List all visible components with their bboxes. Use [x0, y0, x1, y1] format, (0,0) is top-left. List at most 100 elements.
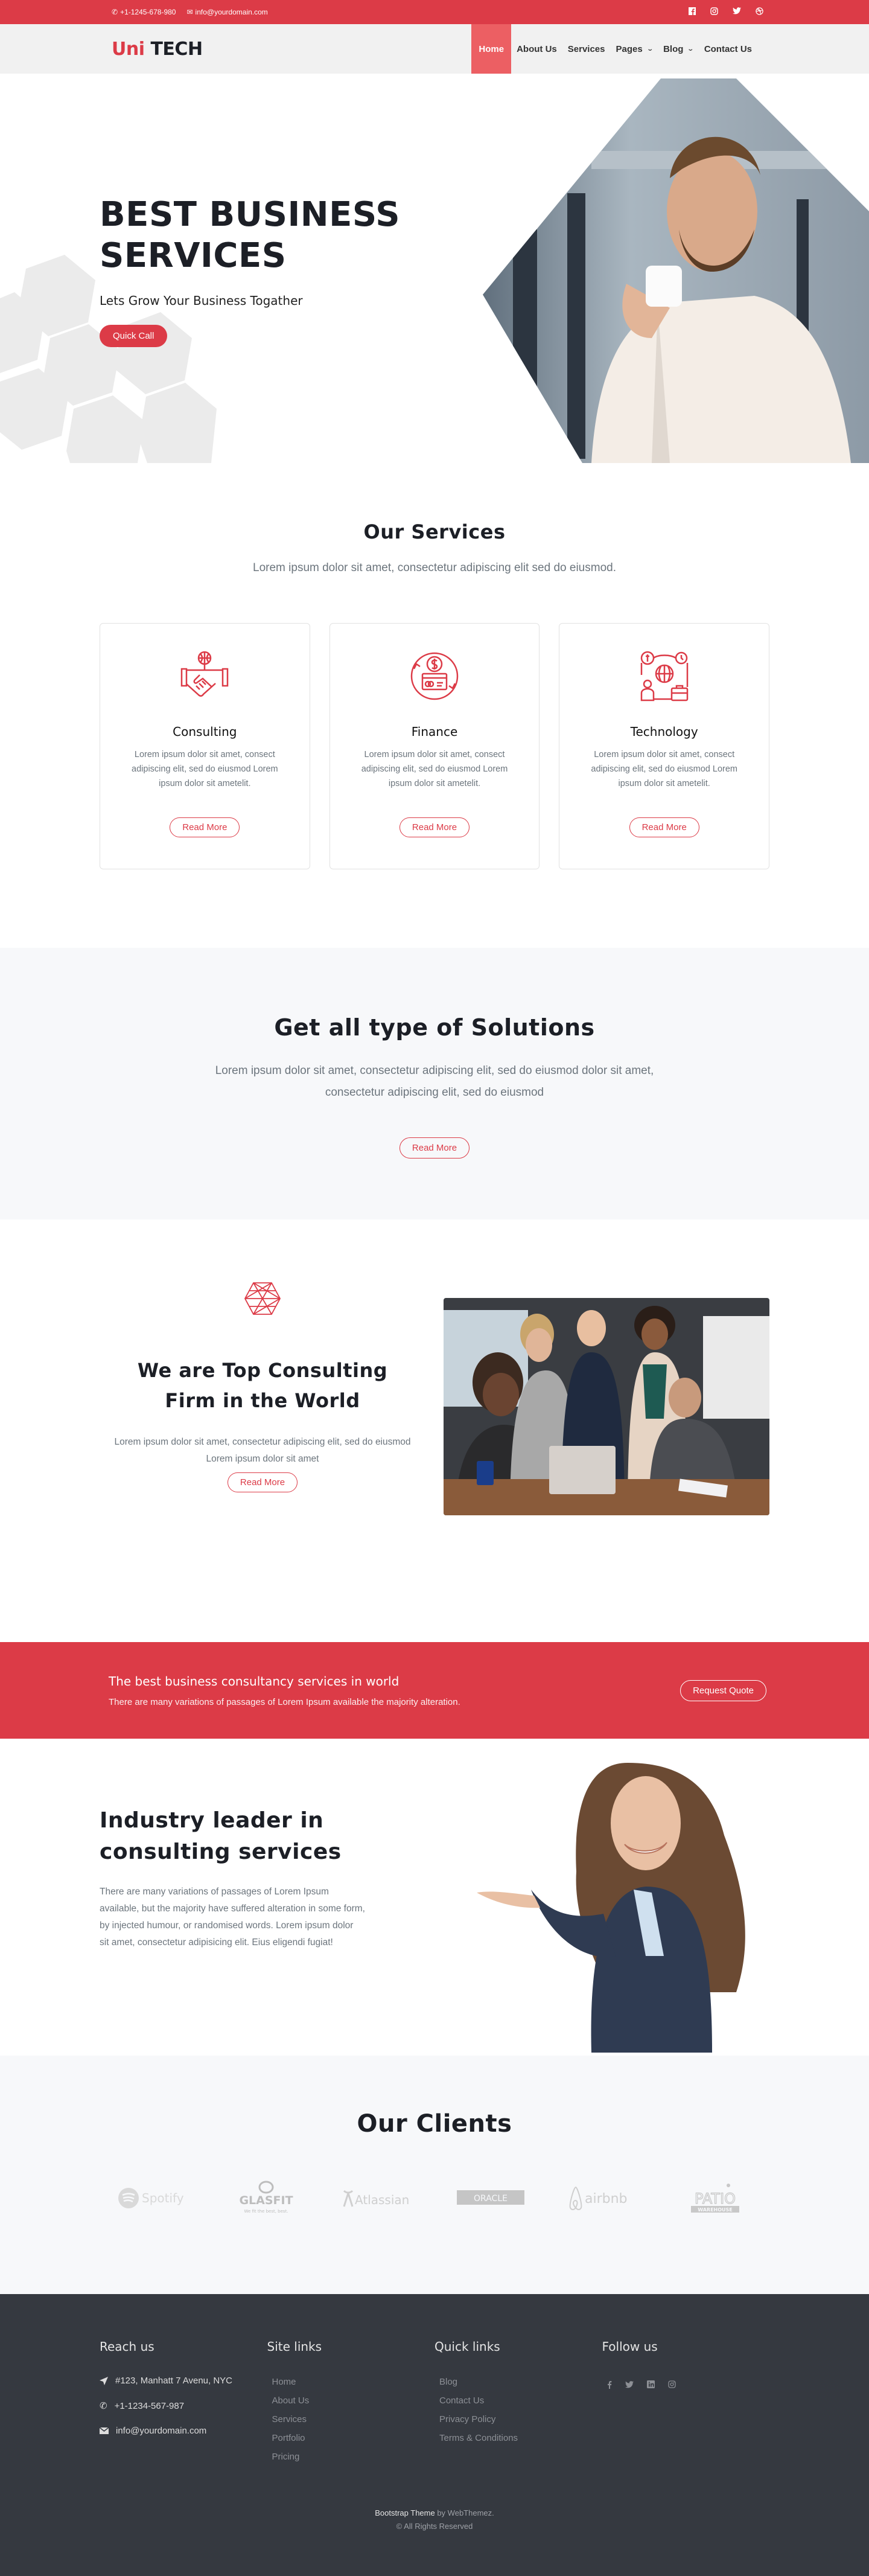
phone-icon: ✆	[112, 8, 118, 16]
solutions-title: Get all type of Solutions	[274, 1014, 595, 1041]
nav-home[interactable]: Home	[471, 24, 512, 74]
patio-tagline: WAREHOUSE	[698, 2207, 733, 2213]
read-more-button[interactable]: Read More	[170, 817, 240, 837]
solutions-read-more-button[interactable]: Read More	[399, 1137, 470, 1159]
technology-network-icon	[578, 651, 751, 705]
about-read-more-button[interactable]: Read More	[227, 1472, 298, 1492]
client-logo-airbnb: airbnb	[558, 2185, 648, 2211]
nav-contact-us[interactable]: Contact Us	[699, 24, 757, 74]
hero-subtitle: Lets Grow Your Business Togather	[100, 293, 303, 308]
hero-text: BEST BUSINESS SERVICES Lets Grow Your Bu…	[100, 194, 400, 347]
atlassian-label: Atlassian	[355, 2193, 409, 2207]
footer-link-blog[interactable]: Blog	[439, 2377, 457, 2387]
footer-link-privacy-policy[interactable]: Privacy Policy	[439, 2414, 495, 2424]
footer-phone[interactable]: ✆ +1-1234-567-987	[100, 2400, 267, 2412]
service-card-text: Lorem ipsum dolor sit amet, consect adip…	[361, 750, 508, 788]
nav-contact-label: Contact Us	[704, 43, 752, 54]
footer-link-pricing[interactable]: Pricing	[272, 2452, 300, 2462]
industry-title: Industry leader in consulting services	[100, 1805, 365, 1868]
clients-section: Our Clients Spotify GLASFIT We fit the be…	[0, 2056, 869, 2294]
glasfit-label: GLASFIT	[239, 2194, 293, 2207]
footer-link-portfolio[interactable]: Portfolio	[272, 2433, 305, 2443]
request-quote-button[interactable]: Request Quote	[680, 1680, 766, 1701]
footer-reach-us: Reach us #123, Manhatt 7 Avenu, NYC ✆ +1…	[100, 2339, 267, 2470]
footer-site-links-title: Site links	[267, 2339, 322, 2354]
solutions-section: Get all type of Solutions Lorem ipsum do…	[0, 948, 869, 1219]
footer-email-text: info@yourdomain.com	[116, 2426, 207, 2436]
service-card-consulting: Consulting Lorem ipsum dolor sit amet, c…	[100, 623, 310, 869]
airbnb-label: airbnb	[585, 2191, 628, 2207]
twitter-icon[interactable]	[733, 7, 741, 17]
services-title: Our Services	[363, 520, 506, 543]
industry-title-line2: consulting services	[100, 1839, 342, 1864]
hero-title-line2: SERVICES	[100, 236, 287, 275]
footer-link-services[interactable]: Services	[272, 2414, 307, 2424]
service-card-technology: Technology Lorem ipsum dolor sit amet, c…	[559, 623, 770, 869]
nav-about-label: About Us	[517, 43, 557, 54]
client-logo-glasfit: GLASFIT We fit the best, best.	[221, 2180, 311, 2216]
logo-part-1: Uni	[112, 38, 145, 60]
hexagon-network-icon	[244, 1282, 281, 1315]
client-logo-atlassian: Atlassian	[333, 2186, 424, 2210]
phone-icon: ✆	[100, 2401, 107, 2411]
hero-title: BEST BUSINESS SERVICES	[100, 194, 400, 276]
dribbble-icon[interactable]	[756, 7, 763, 17]
linkedin-icon[interactable]	[646, 2380, 655, 2391]
businesswoman-image	[477, 1763, 745, 2053]
bootstrap-theme-link[interactable]: Bootstrap Theme	[375, 2508, 434, 2517]
spotify-label: Spotify	[142, 2191, 184, 2205]
services-lead: Lorem ipsum dolor sit amet, consectetur …	[253, 561, 616, 574]
about-section: We are Top Consulting Firm in the World …	[0, 1219, 869, 1642]
about-title: We are Top Consulting Firm in the World	[100, 1355, 425, 1416]
facebook-icon[interactable]	[607, 2380, 612, 2391]
facebook-icon[interactable]	[689, 7, 696, 17]
twitter-icon[interactable]	[625, 2380, 634, 2391]
footer-link-about-us[interactable]: About Us	[272, 2395, 310, 2406]
cta-text: There are many variations of passages of…	[109, 1696, 460, 1707]
nav-about-us[interactable]: About Us	[511, 24, 562, 74]
about-text: Lorem ipsum dolor sit amet, consectetur …	[114, 1437, 411, 1464]
topbar-email[interactable]: ✉ info@yourdomain.com	[186, 8, 267, 16]
instagram-icon[interactable]	[710, 7, 718, 17]
glasfit-tagline: We fit the best, best.	[244, 2209, 288, 2214]
topbar-phone[interactable]: ✆ +1-1245-678-980	[112, 8, 176, 16]
footer-phone-text: +1-1234-567-987	[114, 2400, 185, 2411]
read-more-button[interactable]: Read More	[629, 817, 699, 837]
service-card-text: Lorem ipsum dolor sit amet, consect adip…	[132, 750, 278, 788]
location-arrow-icon	[100, 2376, 108, 2385]
logo-part-2: TECH	[150, 38, 203, 60]
footer-email[interactable]: info@yourdomain.com	[100, 2426, 267, 2436]
footer-link-contact-us[interactable]: Contact Us	[439, 2395, 484, 2406]
footer-link-home[interactable]: Home	[272, 2377, 296, 2387]
nav-blog-label: Blog	[663, 43, 684, 54]
patio-label: PATIO	[695, 2190, 736, 2207]
nav-blog[interactable]: Blog ⌄	[658, 24, 699, 74]
service-card-finance: Finance Lorem ipsum dolor sit amet, cons…	[329, 623, 540, 869]
oracle-label: ORACLE	[474, 2194, 508, 2204]
rights-text: © All Rights Reserved	[396, 2522, 473, 2531]
nav-pages[interactable]: Pages ⌄	[611, 24, 658, 74]
nav-services[interactable]: Services	[562, 24, 611, 74]
read-more-button[interactable]: Read More	[399, 817, 470, 837]
instagram-icon[interactable]	[667, 2380, 676, 2391]
client-logo-spotify: Spotify	[109, 2186, 199, 2210]
envelope-icon	[100, 2427, 109, 2434]
footer-address-text: #123, Manhatt 7 Avenu, NYC	[115, 2376, 233, 2386]
footer-link-terms[interactable]: Terms & Conditions	[439, 2433, 518, 2443]
services-section: Our Services Lorem ipsum dolor sit amet,…	[0, 463, 869, 948]
nav-pages-label: Pages	[616, 43, 643, 54]
about-title-line1: We are Top Consulting	[137, 1359, 388, 1382]
footer-reach-title: Reach us	[100, 2339, 154, 2354]
quick-call-button[interactable]: Quick Call	[100, 325, 168, 347]
footer: Reach us #123, Manhatt 7 Avenu, NYC ✆ +1…	[0, 2294, 869, 2576]
industry-section: Industry leader in consulting services T…	[0, 1739, 869, 2056]
client-logo-patio: PATIO WAREHOUSE	[670, 2183, 760, 2213]
hero-section: BEST BUSINESS SERVICES Lets Grow Your Bu…	[0, 74, 869, 463]
industry-text: There are many variations of passages of…	[100, 1887, 365, 1948]
topbar-phone-text: +1-1245-678-980	[120, 8, 176, 16]
service-card-title: Consulting	[173, 724, 237, 739]
finance-card-icon	[348, 651, 521, 705]
topbar-email-text: info@yourdomain.com	[195, 8, 268, 16]
footer-follow-us: Follow us	[602, 2339, 770, 2470]
logo[interactable]: Uni TECH	[100, 39, 203, 60]
